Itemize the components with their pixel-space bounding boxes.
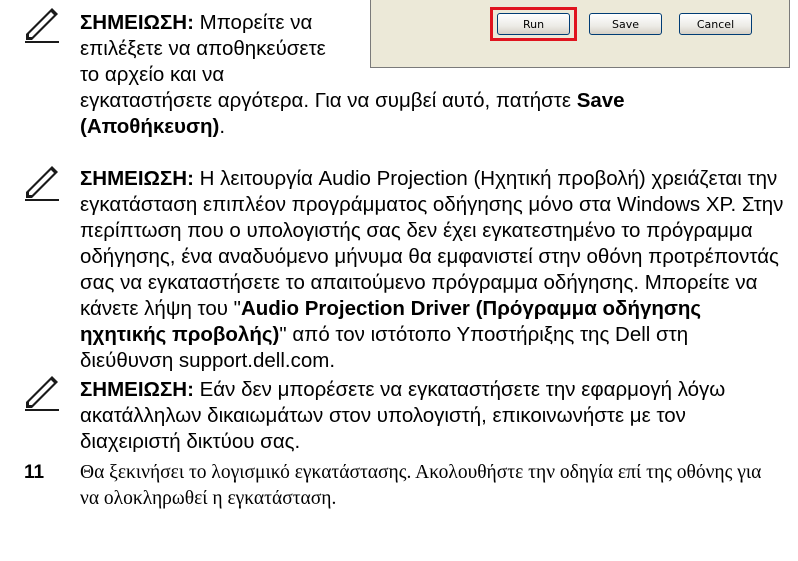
note-1-text-bottom: εγκαταστήσετε αργότερα. Για να συμβεί αυ… bbox=[80, 88, 780, 140]
note-1-text-a: Μπορείτε να bbox=[193, 11, 313, 34]
note-1-line3: το αρχείο και να bbox=[80, 63, 225, 86]
save-button[interactable]: Save bbox=[589, 13, 662, 35]
note-1-end: . bbox=[219, 115, 226, 138]
step-number: 11 bbox=[24, 462, 45, 483]
step-text: Θα ξεκινήσει το λογισμικό εγκατάστασης. … bbox=[80, 462, 762, 509]
note-1-text-top: ΣΗΜΕΙΩΣΗ: Μπορείτε να επιλέξετε να αποθη… bbox=[80, 10, 370, 88]
note-1-save-greek: (Αποθήκευση) bbox=[80, 115, 220, 138]
download-dialog: Run Save Cancel bbox=[370, 0, 790, 68]
note-pencil-icon bbox=[22, 162, 62, 202]
cancel-button[interactable]: Cancel bbox=[679, 13, 752, 35]
note-pencil-icon bbox=[22, 372, 62, 412]
note-1-label: ΣΗΜΕΙΩΣΗ: bbox=[80, 11, 194, 34]
note-1-line2: επιλέξετε να αποθηκεύσετε bbox=[80, 37, 326, 60]
note-3-text: ΣΗΜΕΙΩΣΗ: Εάν δεν μπορέσετε να εγκαταστή… bbox=[80, 377, 785, 455]
note-2-text: ΣΗΜΕΙΩΣΗ: Η λειτουργία Audio Projection … bbox=[80, 166, 785, 374]
run-button[interactable]: Run bbox=[497, 13, 570, 35]
note-1-line4: εγκαταστήσετε αργότερα. Για να συμβεί αυ… bbox=[80, 89, 577, 112]
note-2-label: ΣΗΜΕΙΩΣΗ: bbox=[80, 167, 194, 190]
note-3-label: ΣΗΜΕΙΩΣΗ: bbox=[80, 378, 194, 401]
note-1-save-bold: Save bbox=[576, 89, 625, 112]
note-pencil-icon bbox=[22, 4, 62, 44]
